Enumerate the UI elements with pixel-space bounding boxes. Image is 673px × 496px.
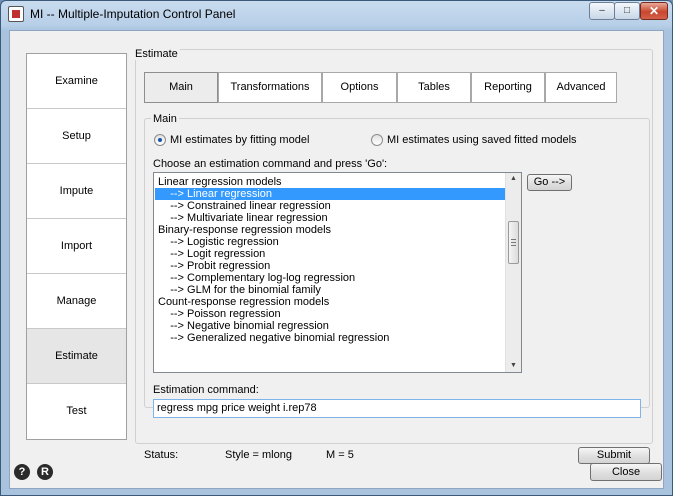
r-icon[interactable]: R — [37, 464, 53, 480]
estimation-command-label: Estimation command: — [153, 384, 259, 396]
list-item[interactable]: Count-response regression models — [155, 296, 506, 308]
list-item[interactable]: --> Probit regression — [155, 260, 506, 272]
maximize-button[interactable]: □ — [614, 2, 640, 20]
window-title: MI -- Multiple-Imputation Control Panel — [30, 7, 236, 21]
tab-tables[interactable]: Tables — [397, 72, 471, 103]
scroll-up-icon[interactable]: ▲ — [506, 173, 521, 185]
sidebar-item-manage[interactable]: Manage — [27, 274, 126, 329]
estimation-command-list[interactable]: Linear regression models --> Linear regr… — [153, 172, 522, 373]
list-item[interactable]: --> Multivariate linear regression — [155, 212, 506, 224]
scrollbar-thumb[interactable] — [508, 221, 519, 264]
radio-saved-models[interactable]: MI estimates using saved fitted models — [371, 134, 577, 146]
choose-command-label: Choose an estimation command and press '… — [153, 158, 388, 170]
app-window: MI -- Multiple-Imputation Control Panel … — [0, 0, 673, 496]
tab-advanced[interactable]: Advanced — [545, 72, 617, 103]
sidebar-item-setup[interactable]: Setup — [27, 109, 126, 164]
go-button[interactable]: Go --> — [527, 174, 572, 191]
radio-saved-label: MI estimates using saved fitted models — [387, 134, 577, 146]
list-item[interactable]: --> Complementary log-log regression — [155, 272, 506, 284]
radio-button-fit[interactable] — [154, 134, 166, 146]
scroll-down-icon[interactable]: ▼ — [506, 360, 521, 372]
sidebar-item-examine[interactable]: Examine — [27, 54, 126, 109]
submit-button[interactable]: Submit — [578, 447, 650, 464]
sidebar-item-impute[interactable]: Impute — [27, 164, 126, 219]
sidebar-item-test[interactable]: Test — [27, 384, 126, 439]
tab-reporting[interactable]: Reporting — [471, 72, 545, 103]
main-group-label: Main — [151, 113, 179, 125]
sidebar-item-import[interactable]: Import — [27, 219, 126, 274]
client-area: Examine Setup Impute Import Manage Estim… — [9, 30, 664, 489]
list-item[interactable]: --> Constrained linear regression — [155, 200, 506, 212]
tab-main[interactable]: Main — [144, 72, 218, 103]
radio-button-saved[interactable] — [371, 134, 383, 146]
question-icon[interactable]: ? — [14, 464, 30, 480]
estimate-group-label: Estimate — [135, 48, 180, 60]
list-item[interactable]: --> GLM for the binomial family — [155, 284, 506, 296]
close-window-button[interactable]: ✕ — [640, 2, 668, 20]
list-item-selected[interactable]: --> Linear regression — [155, 188, 506, 200]
title-bar[interactable]: MI -- Multiple-Imputation Control Panel … — [1, 1, 672, 27]
list-item[interactable]: --> Negative binomial regression — [155, 320, 506, 332]
close-button[interactable]: Close — [590, 463, 662, 481]
m-indicator: M = 5 — [326, 449, 354, 461]
stata-app-icon — [8, 6, 24, 22]
radio-fit-label: MI estimates by fitting model — [170, 134, 310, 146]
command-list-items: Linear regression models --> Linear regr… — [155, 176, 506, 344]
estimation-command-input[interactable]: regress mpg price weight i.rep78 — [153, 399, 641, 418]
list-scrollbar[interactable]: ▲ ▼ — [505, 173, 521, 372]
sidebar-item-estimate[interactable]: Estimate — [27, 329, 126, 384]
sidebar: Examine Setup Impute Import Manage Estim… — [26, 53, 127, 440]
radio-fit-model[interactable]: MI estimates by fitting model — [154, 134, 309, 146]
list-item[interactable]: --> Logit regression — [155, 248, 506, 260]
list-item[interactable]: --> Logistic regression — [155, 236, 506, 248]
tab-options[interactable]: Options — [322, 72, 397, 103]
list-item[interactable]: --> Poisson regression — [155, 308, 506, 320]
style-indicator: Style = mlong — [225, 449, 292, 461]
minimize-button[interactable]: – — [589, 2, 615, 20]
list-item[interactable]: --> Generalized negative binomial regres… — [155, 332, 506, 344]
tab-transformations[interactable]: Transformations — [218, 72, 322, 103]
status-label: Status: — [144, 449, 179, 461]
list-item[interactable]: Binary-response regression models — [155, 224, 506, 236]
list-item[interactable]: Linear regression models — [155, 176, 506, 188]
